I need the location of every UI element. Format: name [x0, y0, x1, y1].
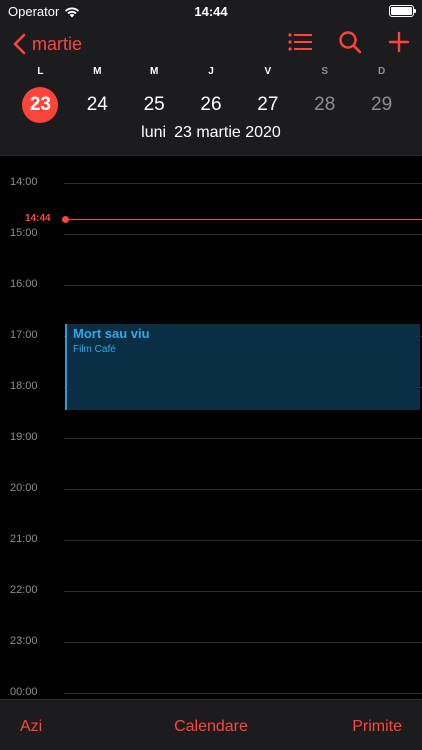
- weekday-label: M: [93, 66, 102, 77]
- day-cell[interactable]: 28: [296, 86, 353, 124]
- day-number: 27: [257, 94, 279, 115]
- day-number: 28: [314, 94, 336, 115]
- calendars-button[interactable]: Calendare: [174, 718, 248, 735]
- hour-gridline: [64, 234, 422, 235]
- day-number: 23: [22, 87, 59, 123]
- weekday-label: M: [149, 66, 159, 77]
- status-time: 14:44: [194, 4, 228, 19]
- weekday-label: L: [37, 66, 44, 77]
- back-label: martie: [32, 33, 83, 54]
- hour-label: 16:00: [10, 278, 38, 290]
- weekday-label: S: [321, 66, 329, 77]
- battery-icon: [389, 5, 416, 17]
- day-number: 24: [86, 94, 108, 115]
- hour-label: 00:00: [10, 686, 38, 698]
- selected-date: 23 martie 2020: [174, 124, 281, 141]
- day-number: 29: [371, 94, 393, 115]
- day-cell[interactable]: 24: [69, 86, 126, 124]
- search-icon[interactable]: [338, 30, 362, 54]
- hour-gridline: [64, 489, 422, 490]
- inbox-button[interactable]: Primite: [352, 718, 402, 736]
- back-to-month-button[interactable]: martie: [12, 30, 82, 58]
- hour-gridline: [64, 438, 422, 439]
- hour-label: 14:00: [10, 176, 38, 188]
- hour-label: 17:00: [10, 329, 38, 341]
- day-timeline[interactable]: 14:00 15:00 16:00 17:00 18:00 19:00 20:0…: [0, 157, 422, 699]
- day-cell[interactable]: 26: [183, 86, 240, 124]
- status-bar: Operator 14:44: [0, 0, 422, 22]
- hour-label: 19:00: [10, 431, 38, 443]
- hour-label: 18:00: [10, 380, 38, 392]
- day-number: 25: [143, 94, 165, 115]
- hour-gridline: [64, 591, 422, 592]
- bottom-toolbar: Azi Calendare Primite: [0, 699, 422, 750]
- day-number: 26: [200, 94, 222, 115]
- hour-label: 21:00: [10, 533, 38, 545]
- hour-gridline: [64, 285, 422, 286]
- weekday-label: V: [264, 66, 272, 77]
- selected-date-caption: luni 23 martie 2020: [0, 124, 422, 142]
- weekday-label: J: [208, 66, 214, 77]
- day-cell[interactable]: 29: [353, 86, 410, 124]
- nav-actions: [288, 30, 410, 54]
- week-days-row: 23 24 25 26 27 28 29: [0, 86, 422, 124]
- day-cell[interactable]: 25: [126, 86, 183, 124]
- day-cell[interactable]: 27: [239, 86, 296, 124]
- hour-gridline: [64, 693, 422, 694]
- hour-label: 20:00: [10, 482, 38, 494]
- calendar-header: martie L M M J V S D 23 24 25 26 27 28 2…: [0, 22, 422, 156]
- event-location: Film Café: [73, 344, 116, 355]
- hour-label: 23:00: [10, 635, 38, 647]
- hour-label: 15:00: [10, 227, 38, 239]
- day-cell-selected[interactable]: 23: [12, 86, 69, 124]
- hour-label: 22:00: [10, 584, 38, 596]
- selected-weekday: luni: [141, 124, 167, 141]
- chevron-left-icon: [13, 33, 26, 55]
- event-title: Mort sau viu: [73, 326, 150, 341]
- weekday-row: L M M J V S D: [0, 66, 422, 82]
- hour-gridline: [64, 540, 422, 541]
- hour-gridline: [64, 183, 422, 184]
- calendar-event[interactable]: Mort sau viu Film Café: [65, 324, 420, 410]
- current-time-line: [66, 219, 422, 220]
- weekday-label: D: [377, 66, 386, 77]
- hour-gridline: [64, 642, 422, 643]
- plus-icon[interactable]: [388, 31, 410, 53]
- current-time-label: 14:44: [25, 213, 51, 224]
- list-icon[interactable]: [288, 32, 312, 52]
